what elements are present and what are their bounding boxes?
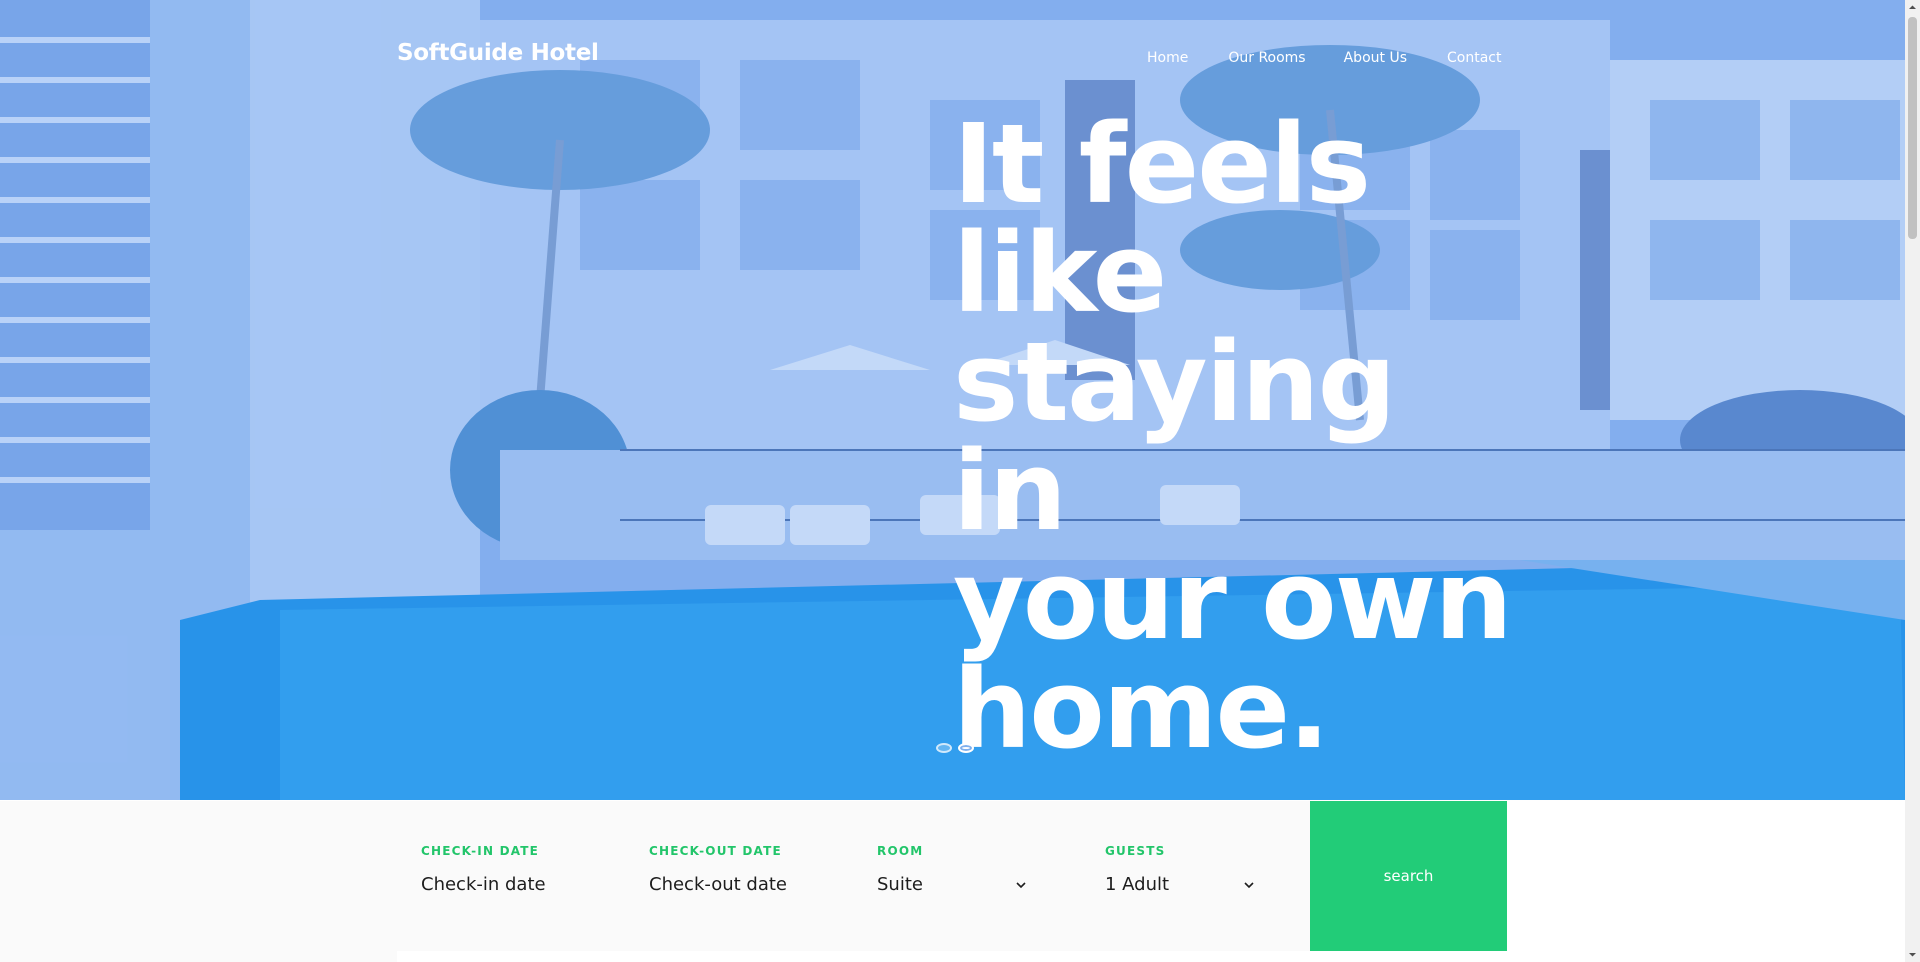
nav-link-contact[interactable]: Contact <box>1447 50 1501 66</box>
main-menu: Home Our Rooms About Us Contact <box>1147 47 1501 66</box>
scroll-up-arrow-icon[interactable] <box>1905 0 1920 15</box>
menu-item-home: Home <box>1147 47 1188 66</box>
checkout-date-input[interactable] <box>649 874 819 895</box>
guests-label: GUESTS <box>1105 844 1166 858</box>
checkin-date-input[interactable] <box>421 874 591 895</box>
scrollbar-thumb[interactable] <box>1908 17 1917 239</box>
slider-dot-2[interactable] <box>958 743 974 753</box>
room-select[interactable]: Suite <box>877 874 1027 895</box>
search-button[interactable]: search <box>1310 801 1507 951</box>
checkout-label: CHECK-OUT DATE <box>649 844 782 858</box>
headline-line: staying in <box>953 318 1396 555</box>
guests-selected-value: 1 Adult <box>1105 874 1170 895</box>
brand-logo-link[interactable]: SoftGuide Hotel <box>397 40 599 66</box>
slider-dots <box>936 743 974 753</box>
room-label: ROOM <box>877 844 924 858</box>
guests-select[interactable]: 1 Adult <box>1105 874 1255 895</box>
checkout-field: CHECK-OUT DATE <box>649 844 819 895</box>
room-field: ROOM Suite <box>877 844 1027 895</box>
nav-link-our-rooms[interactable]: Our Rooms <box>1228 50 1305 66</box>
menu-item-contact: Contact <box>1447 47 1501 66</box>
booking-form: CHECK-IN DATE CHECK-OUT DATE ROOM Suite … <box>397 801 1507 951</box>
booking-bottom-strip <box>397 951 1507 962</box>
menu-item-our-rooms: Our Rooms <box>1228 47 1305 66</box>
hero-section: SoftGuide Hotel Home Our Rooms About Us … <box>0 0 1905 800</box>
hero-headline: It feels like staying in your own home. <box>953 109 1513 764</box>
scroll-down-arrow-icon[interactable] <box>1905 947 1920 962</box>
booking-left-background <box>0 801 397 962</box>
chevron-down-icon <box>1016 881 1026 888</box>
slider-dot-1[interactable] <box>936 743 952 753</box>
top-navigation: SoftGuide Hotel Home Our Rooms About Us … <box>0 0 1905 114</box>
checkin-label: CHECK-IN DATE <box>421 844 540 858</box>
guests-field: GUESTS 1 Adult <box>1105 844 1255 895</box>
headline-line: home. <box>953 645 1330 773</box>
room-selected-value: Suite <box>877 874 923 895</box>
menu-item-about-us: About Us <box>1344 47 1407 66</box>
page-scrollbar[interactable] <box>1905 0 1920 962</box>
chevron-down-icon <box>1244 881 1254 888</box>
nav-link-about-us[interactable]: About Us <box>1344 50 1407 66</box>
checkin-field: CHECK-IN DATE <box>421 844 591 895</box>
nav-link-home[interactable]: Home <box>1147 50 1188 66</box>
